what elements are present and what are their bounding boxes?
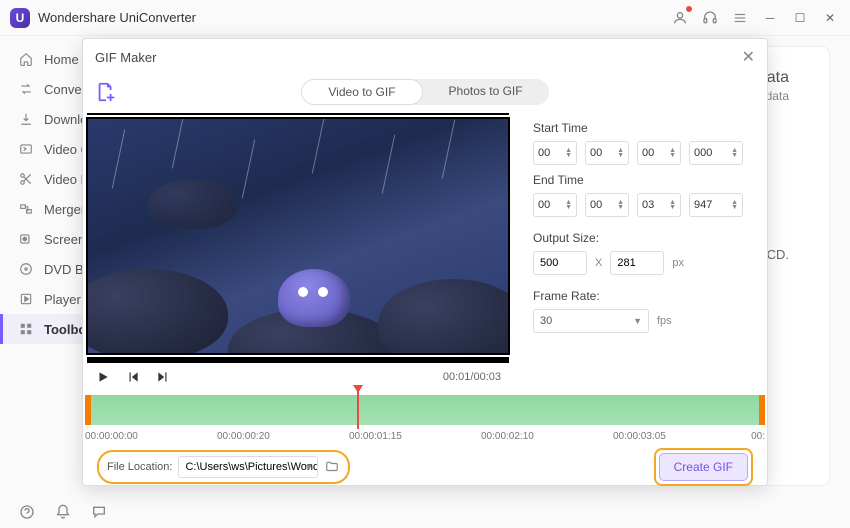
video-preview[interactable] [86, 117, 510, 355]
add-file-icon[interactable] [95, 81, 117, 103]
play-button[interactable] [95, 369, 111, 385]
output-height-input[interactable] [610, 251, 664, 275]
size-separator: X [595, 257, 602, 269]
window-close-button[interactable]: ✕ [820, 8, 840, 28]
file-location-select[interactable]: C:\Users\ws\Pictures\Wonders ▼ [178, 456, 318, 478]
timeline-track[interactable] [85, 395, 765, 425]
title-bar: U Wondershare UniConverter ─ ☐ ✕ [0, 0, 850, 36]
end-ms-input[interactable]: 947▲▼ [689, 193, 743, 217]
download-icon [18, 111, 34, 127]
bottom-bar [0, 496, 850, 528]
bg-text: CD. [767, 247, 789, 262]
px-unit: px [672, 257, 684, 269]
browse-folder-icon[interactable] [324, 460, 340, 474]
merger-icon [18, 201, 34, 217]
sidebar-item-label: Home [44, 52, 79, 67]
timeline-ticks: 00:00:00:00 00:00:00:20 00:00:01:15 00:0… [85, 429, 765, 442]
notification-dot-icon [686, 6, 692, 12]
trim-handle-left[interactable] [85, 395, 91, 425]
end-seconds-input[interactable]: 03▲▼ [637, 193, 681, 217]
mode-tabs: Video to GIF Photos to GIF [301, 79, 548, 105]
app-title: Wondershare UniConverter [38, 10, 670, 25]
play-icon [18, 291, 34, 307]
end-minutes-input[interactable]: 00▲▼ [585, 193, 629, 217]
tab-video-to-gif[interactable]: Video to GIF [301, 79, 422, 105]
converter-icon [18, 81, 34, 97]
dialog-title: GIF Maker [95, 50, 156, 65]
playhead[interactable] [357, 389, 359, 429]
tab-photos-to-gif[interactable]: Photos to GIF [423, 79, 549, 105]
prev-frame-button[interactable] [125, 369, 141, 385]
player-controls: 00:01/00:03 [85, 363, 511, 391]
fps-unit: fps [657, 315, 672, 327]
gif-maker-dialog: GIF Maker ✕ Video to GIF Photos to GIF [82, 38, 768, 486]
end-hours-input[interactable]: 00▲▼ [533, 193, 577, 217]
feedback-icon[interactable] [90, 503, 108, 521]
frame-rate-label: Frame Rate: [533, 289, 753, 303]
scissors-icon [18, 171, 34, 187]
start-minutes-input[interactable]: 00▲▼ [585, 141, 629, 165]
disc-icon [18, 261, 34, 277]
output-size-label: Output Size: [533, 231, 753, 245]
grid-icon [18, 321, 34, 337]
frame-rate-select[interactable]: 30▼ [533, 309, 649, 333]
window-maximize-button[interactable]: ☐ [790, 8, 810, 28]
sidebar-item-label: Merger [44, 202, 85, 217]
preview-creature [278, 269, 350, 327]
home-icon [18, 51, 34, 67]
record-icon [18, 231, 34, 247]
end-time-label: End Time [533, 173, 753, 187]
timecode-label: 00:01/00:03 [443, 371, 501, 383]
help-icon[interactable] [18, 503, 36, 521]
window-minimize-button[interactable]: ─ [760, 8, 780, 28]
bell-icon[interactable] [54, 503, 72, 521]
output-width-input[interactable] [533, 251, 587, 275]
account-icon[interactable] [670, 8, 690, 28]
start-hours-input[interactable]: 00▲▼ [533, 141, 577, 165]
trim-handle-right[interactable] [759, 395, 765, 425]
app-logo-icon: U [10, 8, 30, 28]
start-seconds-input[interactable]: 00▲▼ [637, 141, 681, 165]
file-location-group: File Location: C:\Users\ws\Pictures\Wond… [97, 450, 350, 484]
file-location-label: File Location: [107, 461, 172, 473]
next-frame-button[interactable] [155, 369, 171, 385]
create-gif-button[interactable]: Create GIF [659, 453, 748, 481]
menu-icon[interactable] [730, 8, 750, 28]
sidebar-item-label: Player [44, 292, 81, 307]
compress-icon [18, 141, 34, 157]
start-time-label: Start Time [533, 121, 753, 135]
close-icon[interactable]: ✕ [742, 47, 755, 67]
start-ms-input[interactable]: 000▲▼ [689, 141, 743, 165]
headset-icon[interactable] [700, 8, 720, 28]
